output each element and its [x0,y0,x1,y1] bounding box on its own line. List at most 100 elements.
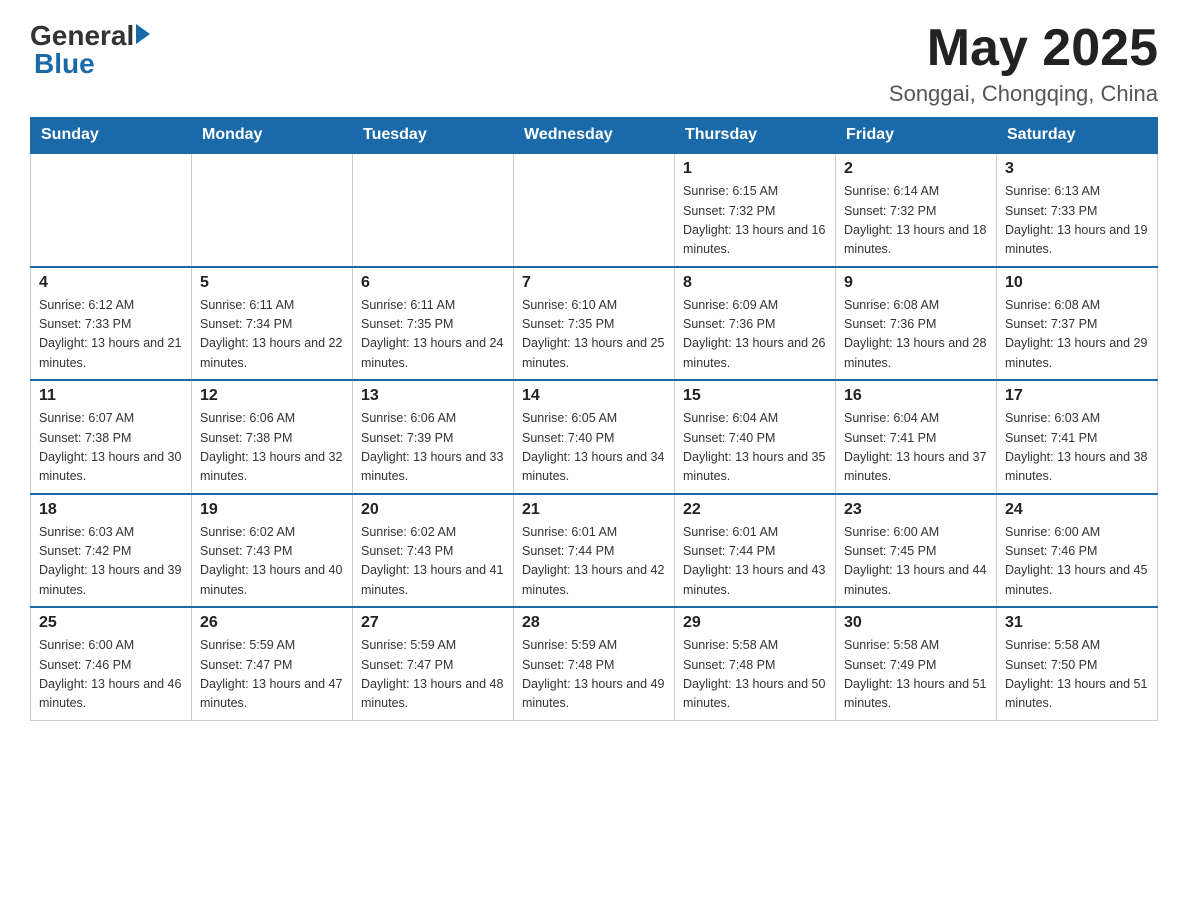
day-number: 22 [683,501,827,519]
day-info: Sunrise: 6:09 AMSunset: 7:36 PMDaylight:… [683,296,827,374]
day-info: Sunrise: 6:00 AMSunset: 7:45 PMDaylight:… [844,523,988,601]
day-info: Sunrise: 6:11 AMSunset: 7:35 PMDaylight:… [361,296,505,374]
day-info: Sunrise: 6:10 AMSunset: 7:35 PMDaylight:… [522,296,666,374]
day-number: 23 [844,501,988,519]
day-number: 28 [522,614,666,632]
day-number: 25 [39,614,183,632]
day-info: Sunrise: 6:11 AMSunset: 7:34 PMDaylight:… [200,296,344,374]
calendar-cell: 16 Sunrise: 6:04 AMSunset: 7:41 PMDayligh… [836,380,997,494]
calendar-cell [514,153,675,267]
calendar-day-header: Sunday [31,118,192,154]
day-number: 5 [200,274,344,292]
calendar-cell: 11 Sunrise: 6:07 AMSunset: 7:38 PMDayligh… [31,380,192,494]
calendar-cell: 2Sunrise: 6:14 AMSunset: 7:32 PMDaylight… [836,153,997,267]
day-number: 3 [1005,160,1149,178]
day-info: Sunrise: 5:58 AMSunset: 7:49 PMDaylight:… [844,636,988,714]
calendar-cell: 8 Sunrise: 6:09 AMSunset: 7:36 PMDaylight… [675,267,836,381]
day-number: 15 [683,387,827,405]
calendar-cell: 4 Sunrise: 6:12 AMSunset: 7:33 PMDaylight… [31,267,192,381]
calendar-cell: 21Sunrise: 6:01 AMSunset: 7:44 PMDayligh… [514,494,675,608]
day-number: 17 [1005,387,1149,405]
day-info: Sunrise: 6:12 AMSunset: 7:33 PMDaylight:… [39,296,183,374]
calendar-cell: 6 Sunrise: 6:11 AMSunset: 7:35 PMDaylight… [353,267,514,381]
day-info: Sunrise: 6:00 AMSunset: 7:46 PMDaylight:… [1005,523,1149,601]
calendar-cell: 31 Sunrise: 5:58 AMSunset: 7:50 PMDayligh… [997,607,1158,720]
day-number: 9 [844,274,988,292]
day-info: Sunrise: 6:08 AMSunset: 7:37 PMDaylight:… [1005,296,1149,374]
day-number: 31 [1005,614,1149,632]
day-number: 29 [683,614,827,632]
logo-arrow-icon [136,24,150,44]
calendar-cell: 13 Sunrise: 6:06 AMSunset: 7:39 PMDayligh… [353,380,514,494]
day-number: 24 [1005,501,1149,519]
day-info: Sunrise: 6:02 AMSunset: 7:43 PMDaylight:… [200,523,344,601]
day-info: Sunrise: 5:58 AMSunset: 7:50 PMDaylight:… [1005,636,1149,714]
day-number: 4 [39,274,183,292]
day-number: 16 [844,387,988,405]
day-number: 13 [361,387,505,405]
calendar-cell: 27Sunrise: 5:59 AMSunset: 7:47 PMDayligh… [353,607,514,720]
month-year-title: May 2025 [889,20,1158,77]
calendar-week-row: 1 Sunrise: 6:15 AMSunset: 7:32 PMDaylight… [31,153,1158,267]
calendar-cell: 17 Sunrise: 6:03 AMSunset: 7:41 PMDayligh… [997,380,1158,494]
calendar-cell: 15 Sunrise: 6:04 AMSunset: 7:40 PMDayligh… [675,380,836,494]
day-number: 10 [1005,274,1149,292]
calendar-day-header: Friday [836,118,997,154]
day-number: 8 [683,274,827,292]
day-number: 30 [844,614,988,632]
calendar-cell: 28 Sunrise: 5:59 AMSunset: 7:48 PMDayligh… [514,607,675,720]
calendar-cell: 10 Sunrise: 6:08 AMSunset: 7:37 PMDayligh… [997,267,1158,381]
day-info: Sunrise: 6:06 AMSunset: 7:38 PMDaylight:… [200,409,344,487]
calendar-cell: 29Sunrise: 5:58 AMSunset: 7:48 PMDayligh… [675,607,836,720]
calendar-week-row: 25 Sunrise: 6:00 AMSunset: 7:46 PMDayligh… [31,607,1158,720]
calendar-cell [192,153,353,267]
calendar-week-row: 4 Sunrise: 6:12 AMSunset: 7:33 PMDaylight… [31,267,1158,381]
day-info: Sunrise: 6:03 AMSunset: 7:41 PMDaylight:… [1005,409,1149,487]
day-info: Sunrise: 6:00 AMSunset: 7:46 PMDaylight:… [39,636,183,714]
location-subtitle: Songgai, Chongqing, China [889,81,1158,107]
calendar-cell: 26Sunrise: 5:59 AMSunset: 7:47 PMDayligh… [192,607,353,720]
calendar-cell: 9 Sunrise: 6:08 AMSunset: 7:36 PMDaylight… [836,267,997,381]
day-number: 12 [200,387,344,405]
calendar-cell: 5 Sunrise: 6:11 AMSunset: 7:34 PMDaylight… [192,267,353,381]
day-info: Sunrise: 6:14 AMSunset: 7:32 PMDaylight:… [844,182,988,260]
calendar-cell [31,153,192,267]
calendar-cell: 19Sunrise: 6:02 AMSunset: 7:43 PMDayligh… [192,494,353,608]
calendar-cell: 1 Sunrise: 6:15 AMSunset: 7:32 PMDaylight… [675,153,836,267]
calendar-day-header: Tuesday [353,118,514,154]
day-number: 1 [683,160,827,178]
calendar-cell: 23 Sunrise: 6:00 AMSunset: 7:45 PMDayligh… [836,494,997,608]
calendar-day-header: Thursday [675,118,836,154]
day-info: Sunrise: 6:04 AMSunset: 7:40 PMDaylight:… [683,409,827,487]
calendar-header-row: SundayMondayTuesdayWednesdayThursdayFrid… [31,118,1158,154]
day-info: Sunrise: 6:03 AMSunset: 7:42 PMDaylight:… [39,523,183,601]
day-number: 11 [39,387,183,405]
day-number: 14 [522,387,666,405]
day-number: 20 [361,501,505,519]
day-info: Sunrise: 6:08 AMSunset: 7:36 PMDaylight:… [844,296,988,374]
calendar-day-header: Saturday [997,118,1158,154]
day-number: 7 [522,274,666,292]
day-number: 6 [361,274,505,292]
calendar-cell: 30 Sunrise: 5:58 AMSunset: 7:49 PMDayligh… [836,607,997,720]
day-info: Sunrise: 6:02 AMSunset: 7:43 PMDaylight:… [361,523,505,601]
day-info: Sunrise: 6:06 AMSunset: 7:39 PMDaylight:… [361,409,505,487]
calendar-day-header: Wednesday [514,118,675,154]
calendar-cell: 12 Sunrise: 6:06 AMSunset: 7:38 PMDayligh… [192,380,353,494]
title-section: May 2025 Songgai, Chongqing, China [889,20,1158,107]
day-info: Sunrise: 6:15 AMSunset: 7:32 PMDaylight:… [683,182,827,260]
logo: General Blue [30,20,150,80]
calendar-week-row: 11 Sunrise: 6:07 AMSunset: 7:38 PMDayligh… [31,380,1158,494]
day-info: Sunrise: 6:01 AMSunset: 7:44 PMDaylight:… [683,523,827,601]
calendar-day-header: Monday [192,118,353,154]
day-info: Sunrise: 5:59 AMSunset: 7:48 PMDaylight:… [522,636,666,714]
day-number: 26 [200,614,344,632]
calendar-cell: 14Sunrise: 6:05 AMSunset: 7:40 PMDayligh… [514,380,675,494]
calendar-cell [353,153,514,267]
logo-blue-text: Blue [34,48,150,80]
day-info: Sunrise: 6:07 AMSunset: 7:38 PMDaylight:… [39,409,183,487]
day-number: 21 [522,501,666,519]
day-info: Sunrise: 6:04 AMSunset: 7:41 PMDaylight:… [844,409,988,487]
page-header: General Blue May 2025 Songgai, Chongqing… [30,20,1158,107]
calendar-cell: 25 Sunrise: 6:00 AMSunset: 7:46 PMDayligh… [31,607,192,720]
